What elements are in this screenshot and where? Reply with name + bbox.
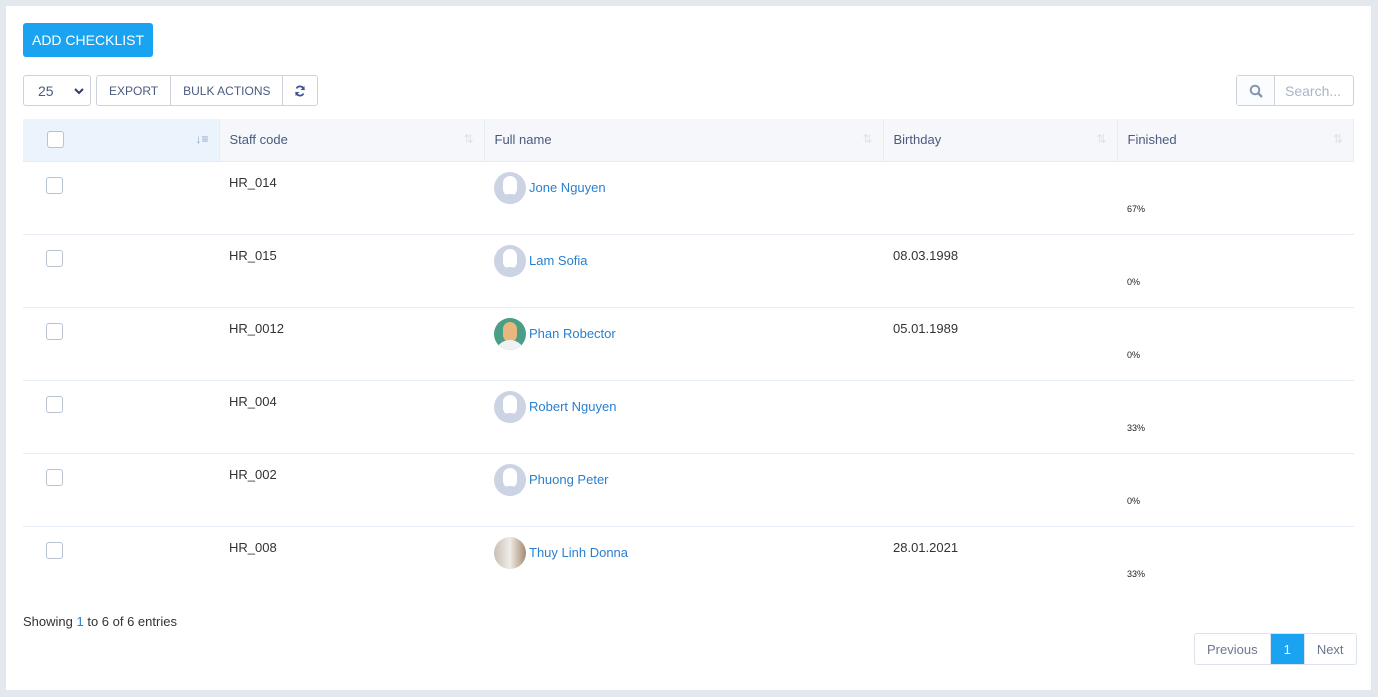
full-name-cell: Jone Nguyen [484,161,883,235]
table-row: HR_008 Thuy Linh Donna 28.01.2021 33% [23,526,1354,599]
row-checkbox[interactable] [46,322,63,340]
refresh-icon [295,85,306,96]
previous-button[interactable]: Previous [1195,634,1271,664]
table-row: HR_015 Lam Sofia 08.03.1998 0% [23,234,1354,308]
finished-cell: 0% [1117,453,1354,527]
birthday: 08.03.1998 [883,234,1117,308]
finished-cell: 33% [1117,526,1354,599]
header-label: Full name [494,132,552,148]
finished-percent: 33% [1127,568,1146,579]
row-select-cell [23,380,219,454]
add-checklist-button[interactable]: ADD CHECKLIST [23,23,153,57]
finished-cell: 33% [1117,380,1354,454]
full-name-cell: Lam Sofia [484,234,883,308]
avatar [494,244,526,277]
select-all-checkbox[interactable] [47,131,64,149]
header-birthday[interactable]: Birthday ⇅ [883,119,1118,162]
birthday: 05.01.1989 [883,307,1117,381]
sort-icon[interactable]: ↓≡ [195,132,208,146]
row-select-cell [23,526,219,599]
table-row: HR_002 Phuong Peter 0% [23,453,1354,527]
table-toolbar: 25 EXPORT BULK ACTIONS [23,75,319,106]
finished-percent: 0% [1127,276,1141,287]
refresh-button[interactable] [283,76,317,105]
search-input[interactable] [1275,76,1353,105]
avatar [494,390,526,423]
finished-percent: 67% [1127,203,1146,214]
finished-cell: 67% [1117,161,1354,235]
panel: ADD CHECKLIST 25 EXPORT BULK ACTIONS ↓≡ … [6,6,1371,690]
row-checkbox[interactable] [46,176,63,194]
staff-name-link[interactable]: Phan Robector [529,326,616,341]
avatar [494,536,526,569]
row-checkbox[interactable] [46,541,63,559]
checklist-table: ↓≡ Staff code ⇅ Full name ⇅ Birthday ⇅ Fini… [23,119,1354,599]
header-full-name[interactable]: Full name ⇅ [484,119,884,162]
page-1-button[interactable]: 1 [1270,634,1305,664]
header-label: Birthday [893,132,942,148]
row-select-cell [23,161,219,235]
staff-code: HR_014 [219,161,484,235]
header-label: Finished [1127,132,1177,148]
staff-name-link[interactable]: Thuy Linh Donna [529,545,628,560]
row-checkbox[interactable] [46,249,63,267]
row-select-cell [23,307,219,381]
sort-icon: ⇅ [1096,132,1107,146]
row-checkbox[interactable] [46,468,63,486]
entries-info: Showing 1 to 6 of 6 entries [23,614,177,629]
table-row: HR_014 Jone Nguyen 67% [23,161,1354,235]
bulk-actions-button[interactable]: BULK ACTIONS [171,76,284,105]
sort-icon: ⇅ [1332,132,1343,146]
select-all-header: ↓≡ [23,119,220,162]
staff-code: HR_008 [229,539,277,555]
staff-code: HR_0012 [219,307,484,381]
finished-cell: 0% [1117,234,1354,308]
header-finished[interactable]: Finished ⇅ [1117,119,1354,162]
staff-code: HR_015 [219,234,484,308]
birthday [883,453,1117,527]
search-button[interactable] [1237,76,1275,105]
avatar [494,317,526,350]
finished-percent: 0% [1127,349,1141,360]
page-size-select[interactable]: 25 [23,75,91,106]
chevron-down-icon [74,87,84,94]
staff-name-link[interactable]: Phuong Peter [529,472,609,487]
full-name-cell: Thuy Linh Donna [484,526,883,599]
header-label: Staff code [229,132,288,148]
staff-code: HR_002 [219,453,484,527]
finished-cell: 0% [1117,307,1354,381]
finished-percent: 33% [1127,422,1146,433]
full-name-cell: Phuong Peter [484,453,883,527]
avatar [494,171,526,204]
search-box [1236,75,1354,106]
staff-name-link[interactable]: Jone Nguyen [529,180,606,195]
pagination: Previous 1 Next [1194,633,1357,665]
table-row: HR_004 Robert Nguyen 33% [23,380,1354,454]
staff-name-link[interactable]: Lam Sofia [529,253,588,268]
page-size-value: 25 [38,82,54,99]
full-name-cell: Robert Nguyen [484,380,883,454]
full-name-cell: Phan Robector [484,307,883,381]
sort-icon: ⇅ [862,132,873,146]
staff-code: HR_004 [219,380,484,454]
avatar [494,463,526,496]
export-button[interactable]: EXPORT [97,76,172,105]
search-icon [1249,84,1263,98]
next-button[interactable]: Next [1305,634,1356,664]
staff-name-link[interactable]: Robert Nguyen [529,399,616,414]
birthday: 28.01.2021 [893,539,959,555]
row-select-cell [23,234,219,308]
birthday [883,380,1117,454]
row-select-cell [23,453,219,527]
header-staff-code[interactable]: Staff code ⇅ [219,119,485,162]
row-checkbox[interactable] [46,395,63,413]
sort-icon: ⇅ [463,132,474,146]
finished-percent: 0% [1127,495,1141,506]
birthday [883,161,1117,235]
table-row: HR_0012 Phan Robector 05.01.1989 0% [23,307,1354,381]
